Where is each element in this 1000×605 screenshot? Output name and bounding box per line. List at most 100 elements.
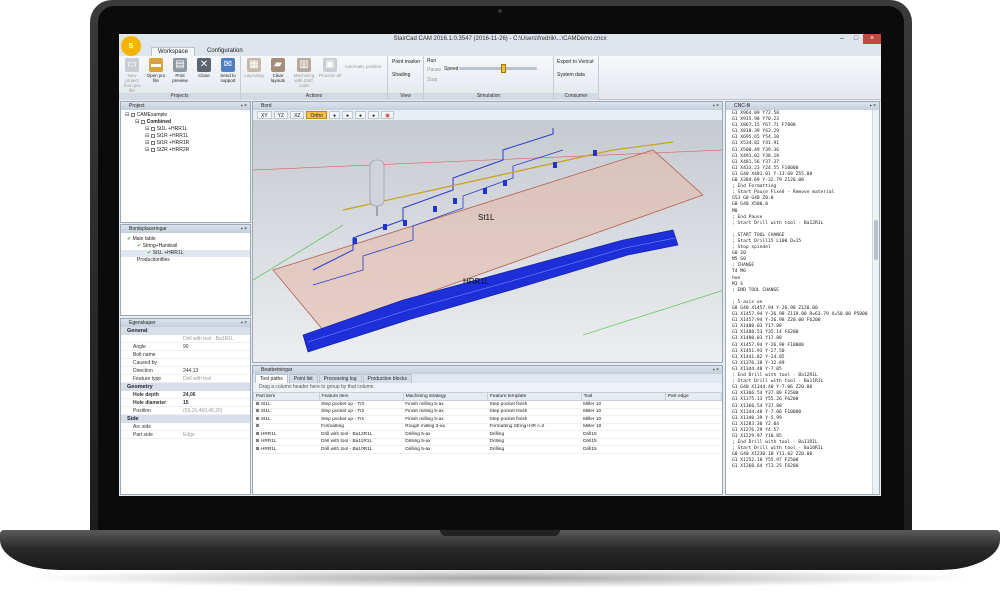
pin-icon[interactable]: ▪ × [241,319,247,327]
view-dot-1-icon[interactable]: ● [328,111,340,119]
pin-icon[interactable]: ▪ × [870,102,876,110]
tab-tool-paths[interactable]: Tool paths [255,374,288,383]
property-category[interactable]: Side [121,415,250,423]
property-value[interactable]: 244,13 [183,367,250,374]
render-icon[interactable]: ▣ [381,111,394,119]
view-xz-button[interactable]: XZ [290,111,305,119]
property-row[interactable]: Bolt name [121,351,250,359]
checkbox[interactable] [150,140,155,145]
property-row[interactable]: Direction 244,13 [121,367,250,375]
property-category[interactable]: Geometry [121,383,250,391]
project-tree-item[interactable]: ⊟ CAMExample [121,112,250,119]
view-dot-4-icon[interactable]: ● [368,111,380,119]
project-tree-item[interactable]: ⊟ St1R +HRR1L [121,133,250,140]
table-row[interactable]: ⊞ HRR1L Drill with tool - Ba10R1L Drilling… [253,445,722,454]
column-header[interactable]: Part edge [664,392,722,401]
table-row[interactable]: ⊞ HRR1L Drill with tool - Ba12R1L Drilling… [253,430,722,439]
shading-option[interactable]: Shading [392,72,410,78]
table-row[interactable]: ⊞ HRR1L Drill with tool - Ba11R1L Drilling… [253,438,722,446]
property-value[interactable]: (59,15,450,45,20) [183,407,250,414]
group-by-hint[interactable]: Drag a column header here to group by th… [253,383,722,392]
automatic-position-button[interactable]: Automatic position [343,64,383,69]
property-category[interactable]: General [121,327,250,335]
property-value[interactable]: 90 [183,343,250,350]
project-tree-item[interactable]: ⊟ St1R +HRR1R [121,140,250,147]
cnc-scroll-thumb[interactable] [874,220,878,260]
machining-cnc-button[interactable]: ▥ Machining with CNC code [291,58,317,88]
table-row[interactable]: ⊞ St1L Step pocket up - Tr1 Finish milling… [253,415,722,424]
close-project-button[interactable]: ✕ Close [193,58,215,78]
checkbox[interactable] [150,126,155,131]
layouting-button[interactable]: ▦ Layouting [243,58,265,78]
stop-button[interactable]: Stop [427,77,437,83]
tab-workspace[interactable]: Workspace [151,47,195,56]
speed-slider-thumb[interactable] [501,64,506,73]
property-row[interactable]: Hole diameter 15 [121,399,250,407]
view-yz-button[interactable]: YZ [273,111,289,119]
pin-icon[interactable]: ▪ × [713,102,719,110]
column-header[interactable]: Tool [580,392,666,401]
project-tree-item[interactable]: ⊟ St2R +HRR2R [121,147,250,154]
pin-icon[interactable]: ▪ × [241,225,247,233]
export-vericut-button[interactable]: Export to Vericut [557,59,594,65]
speed-slider-track[interactable] [459,67,537,70]
project-tree-item[interactable]: ⊟ Combined [121,119,250,126]
run-button[interactable]: Run [427,58,436,64]
property-value[interactable] [183,351,250,358]
checkbox[interactable] [150,133,155,138]
property-value[interactable]: Drill with tool - Ba1R1L [183,335,250,342]
column-header[interactable]: Feature item [318,392,404,401]
property-row[interactable]: Arc side [121,423,250,431]
expand-row-icon[interactable]: ⊞ [256,424,260,429]
property-row[interactable]: Hole depth 24,06 [121,391,250,399]
board-tree-item[interactable]: ✔ Main table [121,236,250,243]
cnc-code-listing[interactable]: G1 X964.09 Y72.58 G1 X915.90 Y70.23 G1 X86… [726,110,879,471]
close-window-button[interactable]: × [863,34,881,44]
pin-icon[interactable]: ▪ × [713,366,719,374]
board-tree-item[interactable]: Productionfiles [121,257,250,264]
project-tree-item[interactable]: ⊟ St1L +HRR1L [121,126,250,133]
checkbox[interactable] [140,119,145,124]
table-row[interactable]: ⊞ St1L Step pocket up - Tr3 Finish milling… [253,400,722,409]
property-value[interactable]: Edge [183,431,250,438]
pin-icon[interactable]: ▪ × [241,102,247,110]
print-preview-button[interactable]: ▤ Print preview [169,58,191,83]
view-xy-button[interactable]: XY [257,111,272,119]
property-value[interactable] [183,423,250,430]
column-header[interactable]: Machining strategy [402,392,488,401]
board-tree-item[interactable]: ✔ String+Handrail [121,243,250,250]
tab-configuration[interactable]: Configuration [201,47,249,56]
tab-production-blocks[interactable]: Production blocks [362,374,412,383]
point-marker-option[interactable]: Point marker [392,59,420,65]
property-row[interactable]: Drill with tool - Ba1R1L [121,335,250,343]
send-to-support-button[interactable]: ✉ Send to support [217,58,239,83]
clear-layouts-button[interactable]: ▰ Clear layouts [267,58,289,83]
open-pro-file-button[interactable]: ▬ Open pro file [145,58,167,83]
tab-point-list[interactable]: Point list [288,374,318,383]
view-ortho-button[interactable]: Ortho [306,111,327,119]
maximize-button[interactable]: □ [849,34,863,44]
tab-processing-log[interactable]: Processing log [318,374,362,383]
property-value[interactable]: Drill with tool [183,375,250,382]
property-row[interactable]: Angle 90 [121,343,250,351]
board-tree-item[interactable]: ✔ St1L +HRR1L [121,250,250,257]
view-dot-2-icon[interactable]: ● [342,111,354,119]
process-all-button[interactable]: ▣ Process all [319,58,341,78]
checkbox[interactable] [130,112,135,117]
3d-viewport[interactable]: St1L HRR1L [253,120,722,362]
property-value[interactable]: 15 [183,399,250,406]
property-row[interactable]: Part side Edge [121,431,250,439]
pause-button[interactable]: Pause [427,67,441,73]
new-project-button[interactable]: ▭ New project from pro file [121,58,143,93]
checkbox[interactable] [150,147,155,152]
table-row[interactable]: ⊞ Formatting Rough milling 3-ax Formatting… [253,423,722,431]
property-value[interactable]: 24,06 [183,391,250,398]
property-row[interactable]: Caused by [121,359,250,367]
app-logo-icon[interactable]: S [121,36,141,56]
view-dot-3-icon[interactable]: ● [355,111,367,119]
property-row[interactable]: Feature type Drill with tool [121,375,250,383]
cnc-scrollbar[interactable] [872,110,879,494]
property-value[interactable] [183,359,250,366]
column-header[interactable]: Feature template [486,392,582,401]
column-header[interactable]: Part item [253,392,320,401]
